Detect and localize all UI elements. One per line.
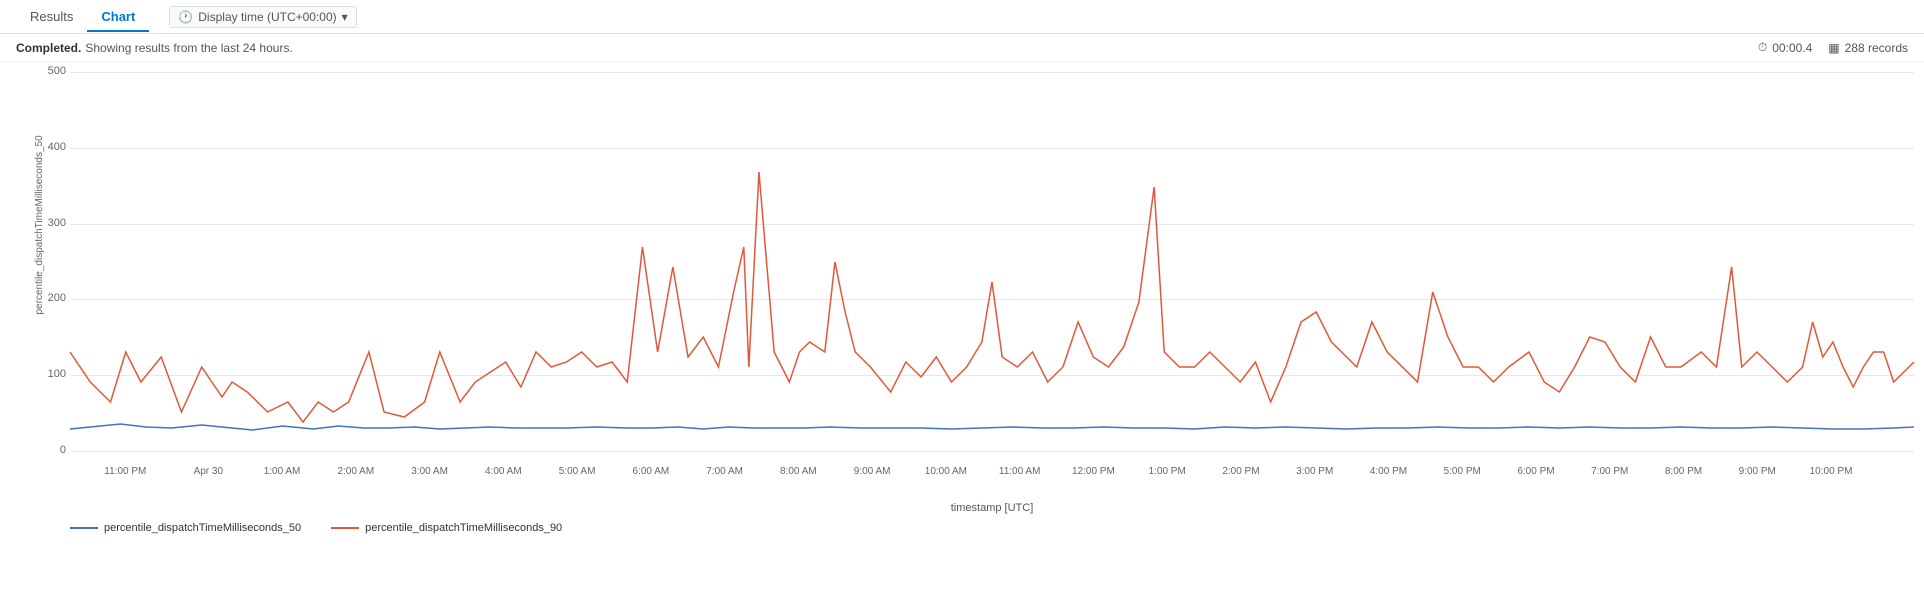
y-label-400: 400 [28, 141, 66, 153]
status-bar: Completed. Showing results from the last… [0, 34, 1924, 62]
series-p50 [70, 424, 1914, 430]
x-label-22: 9:00 PM [1739, 466, 1776, 477]
completed-label: Completed. [16, 41, 81, 55]
x-label-19: 6:00 PM [1517, 466, 1554, 477]
x-label-2: 1:00 AM [264, 466, 301, 477]
legend-p50: percentile_dispatchTimeMilliseconds_50 [70, 522, 301, 534]
x-label-13: 12:00 PM [1072, 466, 1115, 477]
y-label-500: 500 [28, 65, 66, 77]
display-time-button[interactable]: 🕐 Display time (UTC+00:00) ▾ [169, 6, 356, 28]
tab-chart[interactable]: Chart [87, 3, 149, 32]
clock-icon: 🕐 [178, 10, 193, 24]
chevron-down-icon: ▾ [342, 10, 348, 24]
x-label-3: 2:00 AM [337, 466, 374, 477]
x-label-18: 5:00 PM [1444, 466, 1481, 477]
x-label-10: 9:00 AM [854, 466, 891, 477]
legend-p50-label: percentile_dispatchTimeMilliseconds_50 [104, 522, 301, 534]
x-axis-title: timestamp [UTC] [70, 502, 1914, 514]
x-label-20: 7:00 PM [1591, 466, 1628, 477]
chart-area: percentile_dispatchTimeMilliseconds_50 5… [0, 62, 1924, 542]
x-label-21: 8:00 PM [1665, 466, 1702, 477]
x-label-16: 3:00 PM [1296, 466, 1333, 477]
chart-legend: percentile_dispatchTimeMilliseconds_50 p… [10, 514, 1914, 534]
y-label-100: 100 [28, 368, 66, 380]
records-icon: ▦ [1828, 41, 1839, 55]
tab-bar: Results Chart 🕐 Display time (UTC+00:00)… [0, 0, 1924, 34]
x-label-5: 4:00 AM [485, 466, 522, 477]
duration-item: ⏱ 00:00.4 [1758, 40, 1812, 55]
records-value: 288 records [1845, 41, 1908, 55]
status-message: Showing results from the last 24 hours. [85, 41, 292, 55]
display-time-label: Display time (UTC+00:00) [198, 10, 336, 24]
chart-inner: 500 400 300 200 100 0 11:00 PM Apr 30 1:… [70, 72, 1914, 482]
y-axis-label: percentile_dispatchTimeMilliseconds_50 [34, 260, 45, 315]
status-left: Completed. Showing results from the last… [16, 41, 293, 55]
legend-p90-line [331, 527, 359, 529]
x-label-17: 4:00 PM [1370, 466, 1407, 477]
status-right: ⏱ 00:00.4 ▦ 288 records [1758, 40, 1908, 55]
legend-p50-line [70, 527, 98, 529]
x-label-7: 6:00 AM [633, 466, 670, 477]
x-label-23: 10:00 PM [1810, 466, 1853, 477]
x-label-12: 11:00 AM [999, 466, 1041, 477]
y-label-200: 200 [28, 292, 66, 304]
duration-value: 00:00.4 [1772, 41, 1812, 55]
tab-results[interactable]: Results [16, 3, 87, 32]
timer-icon: ⏱ [1758, 40, 1767, 55]
x-label-15: 2:00 PM [1222, 466, 1259, 477]
x-label-14: 1:00 PM [1149, 466, 1186, 477]
x-label-1: Apr 30 [194, 466, 223, 477]
legend-p90: percentile_dispatchTimeMilliseconds_90 [331, 522, 562, 534]
x-label-4: 3:00 AM [411, 466, 448, 477]
legend-p90-label: percentile_dispatchTimeMilliseconds_90 [365, 522, 562, 534]
series-p90 [70, 172, 1914, 422]
y-label-300: 300 [28, 217, 66, 229]
chart-svg [70, 72, 1914, 452]
y-label-0: 0 [28, 444, 66, 456]
x-label-8: 7:00 AM [706, 466, 743, 477]
x-label-6: 5:00 AM [559, 466, 596, 477]
x-axis: 11:00 PM Apr 30 1:00 AM 2:00 AM 3:00 AM … [70, 452, 1914, 482]
x-label-11: 10:00 AM [925, 466, 967, 477]
records-item: ▦ 288 records [1828, 41, 1908, 55]
x-label-9: 8:00 AM [780, 466, 817, 477]
x-label-0: 11:00 PM [104, 466, 146, 477]
